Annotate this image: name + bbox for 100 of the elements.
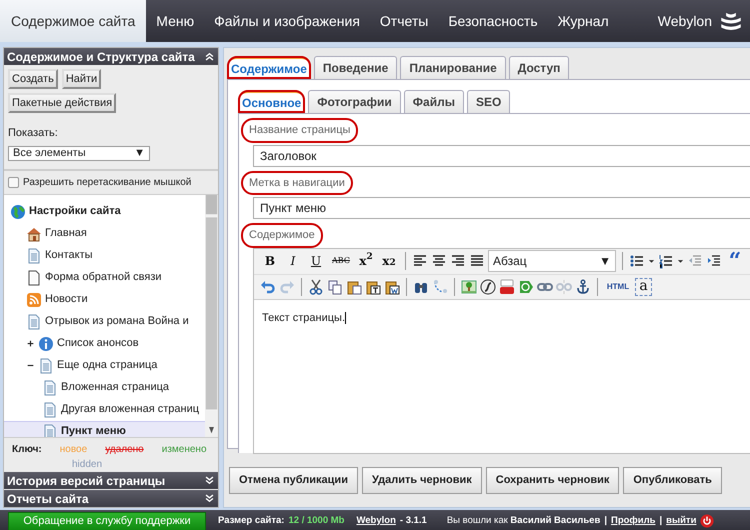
action-button[interactable]: Отмена публикации <box>229 467 358 494</box>
checkbox-label: Разрешить перетаскивание мышкой <box>23 176 192 190</box>
tab[interactable]: SEO <box>466 90 510 113</box>
tab[interactable]: Доступ <box>508 56 570 79</box>
tree-item[interactable]: Настройки сайта <box>10 200 205 222</box>
nav-tab[interactable]: Файлы и изображения <box>204 0 370 42</box>
text-field[interactable]: Пункт меню <box>253 197 750 219</box>
document-icon <box>26 248 42 264</box>
product-link[interactable]: Webylon <box>356 514 396 528</box>
bold-button[interactable]: B <box>260 251 280 271</box>
panel-title: История версий страницы <box>7 472 166 490</box>
separator-text: | <box>604 514 607 528</box>
copy-icon[interactable] <box>327 278 343 294</box>
plus-icon[interactable] <box>26 339 35 348</box>
paste-text-icon[interactable] <box>365 278 381 294</box>
align-center-icon[interactable] <box>431 253 447 269</box>
tree-item[interactable]: Отрывок из романа Война и <box>26 310 205 332</box>
nav-tab[interactable]: Безопасность <box>438 0 548 42</box>
document-icon <box>42 402 58 418</box>
info-icon <box>38 336 54 352</box>
html-source-button[interactable]: HTML <box>604 276 632 296</box>
format-dropdown[interactable]: Абзац ▼ <box>488 250 616 272</box>
tree-item[interactable]: Контакты <box>26 244 205 266</box>
align-left-icon[interactable] <box>412 253 428 269</box>
site-size-label: Размер сайта: <box>218 514 284 528</box>
brand-name: Webylon <box>658 12 712 31</box>
subscript-button[interactable]: x$_{2}$ <box>379 251 399 271</box>
tree-item[interactable]: Форма обратной связи <box>26 266 205 288</box>
tree-item[interactable]: Пункт меню <box>4 420 205 437</box>
tree-item[interactable]: Другая вложенная страниц <box>42 398 205 420</box>
logout-link[interactable]: выйти <box>666 514 696 528</box>
panel-button[interactable]: Найти <box>62 69 102 89</box>
nav-tab[interactable]: Содержимое сайта <box>0 0 146 42</box>
italic-button[interactable]: I <box>283 251 303 271</box>
anchor-icon[interactable] <box>575 278 591 294</box>
editor-text: Текст страницы. <box>262 312 346 324</box>
tab[interactable]: Поведение <box>314 56 398 79</box>
document-icon <box>26 270 42 286</box>
text-cursor <box>345 312 346 324</box>
profile-link[interactable]: Профиль <box>610 514 656 528</box>
tree-item[interactable]: Главная <box>26 222 205 244</box>
tree-item[interactable]: Вложенная страница <box>42 376 205 398</box>
align-right-icon[interactable] <box>450 253 466 269</box>
media-icon[interactable] <box>518 278 534 294</box>
action-button[interactable]: Удалить черновик <box>362 467 482 494</box>
text-style-button[interactable]: a <box>635 278 652 296</box>
panel-header[interactable]: История версий страницы <box>4 472 218 489</box>
nav-tab[interactable]: Отчеты <box>370 0 438 42</box>
scissors-icon[interactable] <box>308 278 324 294</box>
paste-word-icon[interactable] <box>384 278 400 294</box>
field-label: Содержимое <box>241 223 323 248</box>
tab[interactable]: Файлы <box>404 90 464 113</box>
drag-checkbox[interactable] <box>8 176 19 188</box>
underline-button[interactable]: U <box>306 251 326 271</box>
login-text: Вы вошли как Василий Васильев <box>446 514 600 528</box>
bullet-list-icon[interactable] <box>629 253 645 269</box>
rich-text-editor[interactable]: B I U ABC x$^{2}$ x$_{2}$ Абзац ▼ “ HTML a Текст страницы. <box>253 248 750 454</box>
strikethrough-button[interactable]: ABC <box>329 251 353 271</box>
panel-header[interactable]: Содержимое и Структура сайта <box>4 48 218 65</box>
tree-item[interactable]: Список анонсов <box>26 332 205 354</box>
panel-button[interactable]: Пакетные действия <box>8 93 116 113</box>
separator-text: | <box>659 514 662 528</box>
nav-tab[interactable]: Журнал <box>548 0 619 42</box>
tree-item[interactable]: Новости <box>26 288 205 310</box>
flash-icon[interactable] <box>480 278 496 294</box>
paste-icon[interactable] <box>346 278 362 294</box>
tab[interactable]: Фотографии <box>308 90 401 113</box>
house-icon <box>26 226 42 242</box>
tab[interactable]: Основное <box>238 90 306 113</box>
action-button[interactable]: Сохранить черновик <box>486 467 620 494</box>
undo-icon[interactable] <box>260 278 276 294</box>
rss-icon <box>26 292 42 308</box>
legend-label: Ключ: <box>12 443 42 457</box>
document-icon <box>38 358 54 374</box>
show-label: Показать: <box>8 126 59 141</box>
image-icon[interactable] <box>461 278 477 294</box>
superscript-button[interactable]: x$^{2}$ <box>356 251 376 271</box>
show-dropdown[interactable]: Все элементы ▼ <box>8 146 150 160</box>
action-button[interactable]: Опубликовать <box>623 467 722 494</box>
panel-button[interactable]: Создать <box>8 69 58 89</box>
document-icon <box>42 424 58 437</box>
field-label: Название страницы <box>241 118 358 142</box>
text-field[interactable]: Заголовок <box>253 144 750 166</box>
justify-icon[interactable] <box>469 253 485 269</box>
legend-item: удалено <box>105 443 144 457</box>
nav-tab[interactable]: Меню <box>146 0 204 42</box>
site-size-value: 12 / 1000 Mb <box>288 514 344 528</box>
legend-item: изменено <box>162 443 207 457</box>
blockquote-button[interactable]: “ <box>725 251 745 271</box>
panel-title: Содержимое и Структура сайта <box>7 48 195 66</box>
panel-header[interactable]: Отчеты сайта <box>4 490 218 507</box>
video-icon[interactable] <box>499 278 515 294</box>
tab[interactable]: Планирование <box>400 56 506 79</box>
panel-title: Отчеты сайта <box>7 490 89 508</box>
numbered-list-icon[interactable] <box>658 253 674 269</box>
tree-item[interactable]: Еще одна страница <box>26 354 205 376</box>
tab[interactable]: Содержимое <box>227 56 311 79</box>
power-icon[interactable] <box>700 514 714 528</box>
document-icon <box>42 380 58 396</box>
field-label: Метка в навигации <box>241 170 353 195</box>
